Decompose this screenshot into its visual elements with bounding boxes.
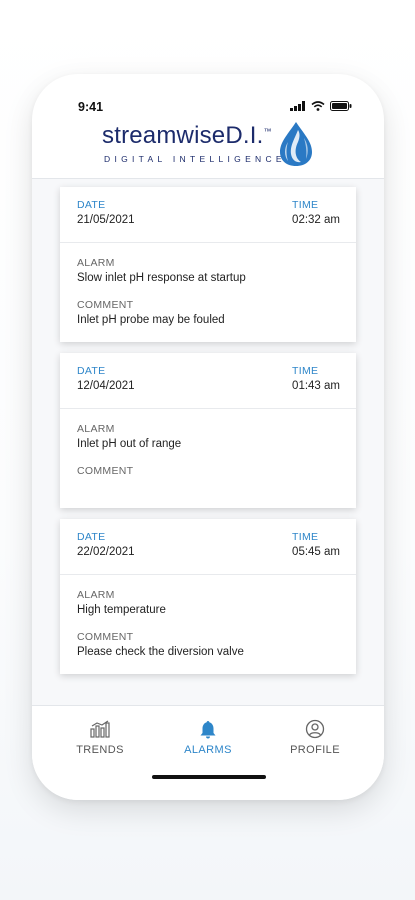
alarm-time: 01:43 am	[292, 380, 340, 392]
time-label: TIME	[292, 365, 319, 377]
brand-suffix: D.I.	[225, 122, 264, 149]
alarm-date: 12/04/2021	[77, 380, 135, 392]
tab-profile-label: PROFILE	[290, 744, 340, 756]
alarm-list[interactable]: DATE 21/05/2021 TIME 02:32 am ALARM Slow…	[32, 179, 384, 705]
tab-trends[interactable]: TRENDS	[50, 718, 150, 756]
trends-chart-icon	[90, 720, 110, 738]
time-label: TIME	[292, 199, 319, 211]
time-label: TIME	[292, 531, 319, 543]
date-label: DATE	[77, 531, 106, 543]
comment-label: COMMENT	[77, 299, 134, 311]
card-divider	[60, 242, 356, 243]
tab-trends-label: TRENDS	[76, 744, 124, 756]
status-time: 9:41	[78, 100, 104, 114]
alarm-text: Inlet pH out of range	[77, 438, 182, 450]
alarm-card[interactable]: DATE 12/04/2021 TIME 01:43 am ALARM Inle…	[60, 353, 356, 508]
comment-label: COMMENT	[77, 631, 134, 643]
brand-name: streamwise	[102, 122, 226, 149]
brand-tagline: DIGITAL INTELLIGENCE	[104, 154, 286, 164]
comment-text: Inlet pH probe may be fouled	[77, 314, 225, 326]
brand-logo: streamwiseD.I.™ DIGITAL INTELLIGENCE	[102, 122, 314, 172]
comment-text: Please check the diversion valve	[77, 646, 244, 658]
tab-profile[interactable]: PROFILE	[265, 718, 365, 756]
home-indicator	[152, 775, 266, 779]
bottom-tab-bar: TRENDS ALARMS PROFILE	[32, 705, 384, 800]
card-divider	[60, 408, 356, 409]
alarm-text: Slow inlet pH response at startup	[77, 272, 246, 284]
tab-alarms[interactable]: ALARMS	[158, 718, 258, 756]
wifi-icon	[311, 101, 325, 111]
date-label: DATE	[77, 365, 106, 377]
comment-label: COMMENT	[77, 465, 134, 477]
trademark-mark: ™	[263, 127, 272, 136]
app-header: streamwiseD.I.™ DIGITAL INTELLIGENCE	[32, 118, 384, 178]
date-label: DATE	[77, 199, 106, 211]
alarm-date: 21/05/2021	[77, 214, 135, 226]
battery-icon	[330, 101, 352, 111]
user-circle-icon	[305, 719, 325, 739]
alarm-label: ALARM	[77, 589, 115, 601]
tab-alarms-label: ALARMS	[184, 744, 232, 756]
signal-icon	[290, 101, 305, 111]
alarm-card[interactable]: DATE 22/02/2021 TIME 05:45 am ALARM High…	[60, 519, 356, 674]
alarm-label: ALARM	[77, 423, 115, 435]
alarm-time: 05:45 am	[292, 546, 340, 558]
bell-icon	[200, 720, 216, 738]
status-icons	[290, 101, 352, 111]
water-drop-icon	[280, 122, 312, 166]
card-divider	[60, 574, 356, 575]
alarm-text: High temperature	[77, 604, 166, 616]
alarm-label: ALARM	[77, 257, 115, 269]
alarm-time: 02:32 am	[292, 214, 340, 226]
alarm-date: 22/02/2021	[77, 546, 135, 558]
alarm-card[interactable]: DATE 21/05/2021 TIME 02:32 am ALARM Slow…	[60, 187, 356, 342]
status-bar: 9:41	[32, 74, 384, 118]
phone-frame: 9:41 streamwiseD.I.™ DIGITAL INTELLIGENC…	[32, 74, 384, 800]
